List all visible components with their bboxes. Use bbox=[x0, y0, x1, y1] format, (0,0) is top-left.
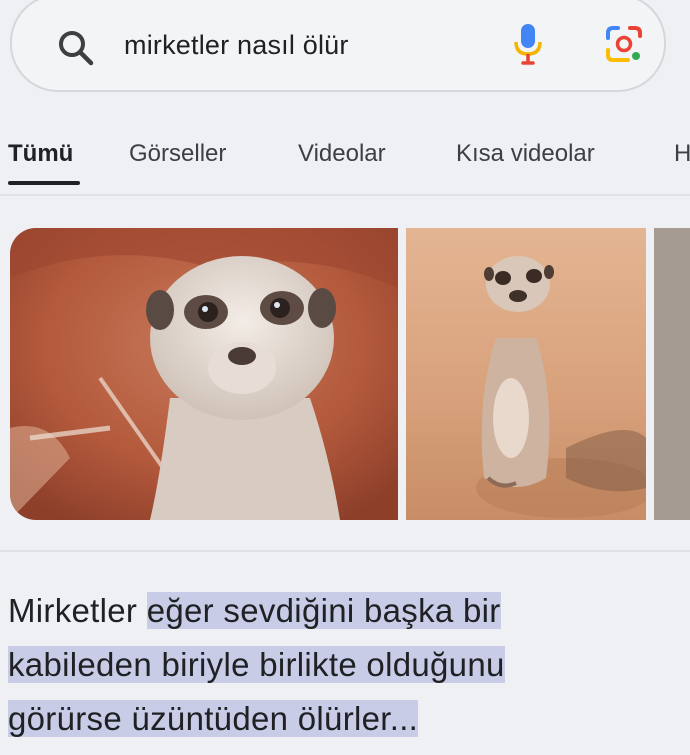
tab-images[interactable]: Görseller bbox=[129, 140, 226, 168]
meerkat-standing-image[interactable] bbox=[406, 228, 646, 520]
answer-snippet: Mirketler eğer sevdiğini başka bir kabil… bbox=[8, 584, 678, 746]
partial-image-result[interactable] bbox=[654, 228, 690, 520]
google-lens-icon[interactable] bbox=[604, 24, 644, 64]
tab-all[interactable]: Tümü bbox=[8, 140, 73, 168]
search-input[interactable]: mirketler nasıl ölür bbox=[124, 30, 349, 61]
tab-videos[interactable]: Videolar bbox=[298, 140, 386, 168]
image-results bbox=[0, 228, 690, 520]
tab-short-videos[interactable]: Kısa videolar bbox=[456, 140, 595, 168]
search-icon[interactable] bbox=[56, 28, 96, 68]
snippet-lead: Mirketler bbox=[8, 592, 147, 629]
tab-more-partial[interactable]: H bbox=[674, 140, 690, 168]
snippet-highlight-line-2: kabileden biriyle birlikte olduğunu bbox=[8, 646, 505, 683]
meerkat-closeup-image[interactable] bbox=[10, 228, 398, 520]
search-bar[interactable]: mirketler nasıl ölür bbox=[10, 0, 666, 92]
snippet-highlight-line-1: eğer sevdiğini başka bir bbox=[146, 592, 501, 629]
divider bbox=[0, 550, 690, 552]
snippet-highlight-line-3: görürse üzüntüden ölürler... bbox=[8, 700, 419, 737]
search-tabs: Tümü Görseller Videolar Kısa videolar H bbox=[0, 130, 690, 190]
microphone-icon[interactable] bbox=[512, 22, 544, 66]
divider bbox=[0, 194, 690, 196]
active-tab-indicator bbox=[8, 181, 80, 185]
